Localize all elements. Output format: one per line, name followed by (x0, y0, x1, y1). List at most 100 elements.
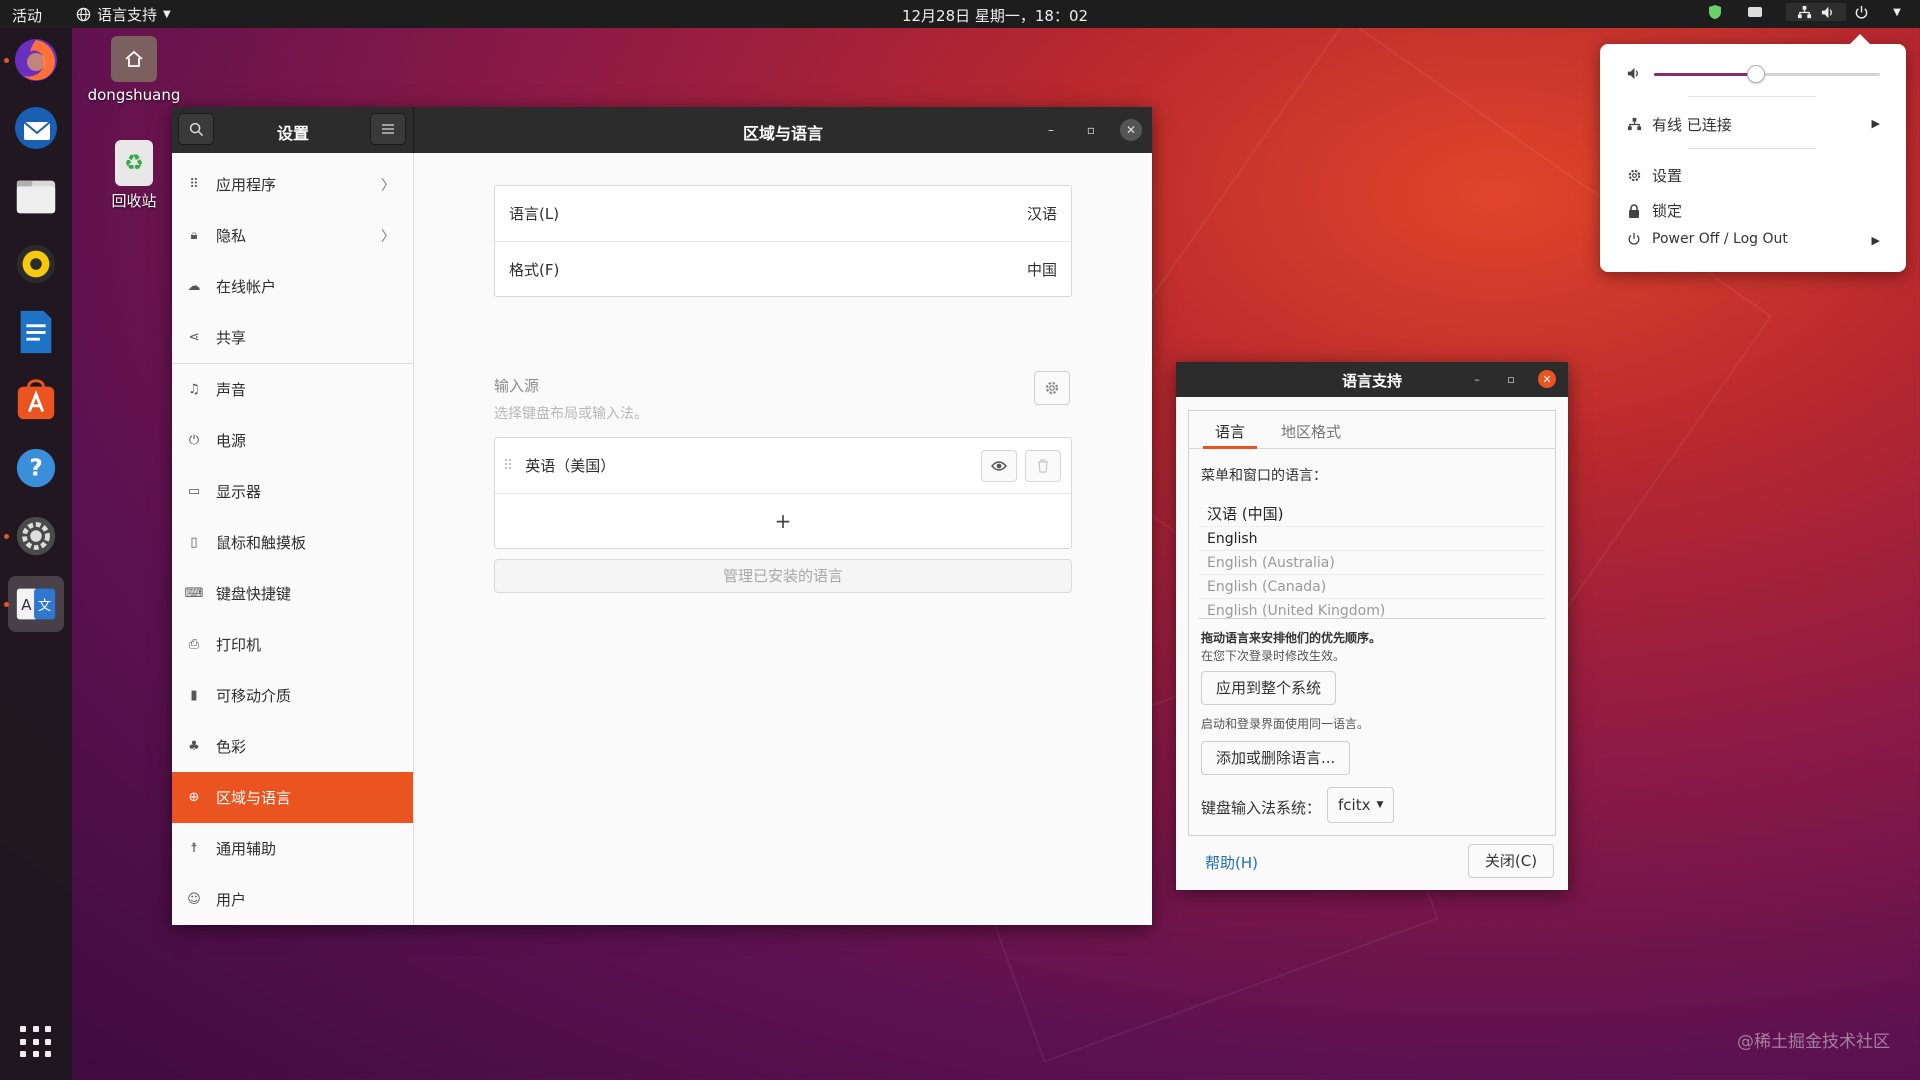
home-folder-label: dongshuang (87, 86, 181, 104)
language-row[interactable]: 语言(L) 汉语 (495, 186, 1071, 241)
drag-handle-icon[interactable]: ⠿ (503, 458, 513, 474)
input-method-label: 键盘输入法系统： (1201, 799, 1322, 817)
settings-sidebar[interactable]: ⠿ 应用程序 〉 🔒︎ 隐私 〉 ☁ 在线帐户 ⋖ 共享 ♫ 声音 ⏻ 电源 ▭… (172, 153, 414, 925)
input-sources-list: ⠿ 英语（美国） + (494, 437, 1072, 549)
language-support-launcher[interactable]: A文 (4, 576, 64, 632)
input-method-select[interactable]: fcitx ▼ (1327, 787, 1395, 823)
files-launcher[interactable] (8, 168, 64, 224)
input-source-name: 英语（美国） (525, 457, 616, 475)
shield-icon[interactable] (1706, 3, 1724, 21)
maximize-button[interactable]: ▫ (1080, 119, 1102, 141)
manage-installed-languages-button[interactable]: 管理已安装的语言 (494, 559, 1072, 593)
menu-button[interactable] (370, 113, 406, 145)
list-item[interactable]: 汉语 (中国) (1199, 501, 1545, 527)
sidebar-item-accessibility[interactable]: ☨ 通用辅助 (172, 823, 413, 874)
sidebar-item-online-accounts[interactable]: ☁ 在线帐户 (172, 261, 413, 312)
lock-icon: 🔒︎ (190, 228, 198, 243)
sidebar-item-displays[interactable]: ▭ 显示器 (172, 466, 413, 517)
power-icon[interactable] (1852, 3, 1870, 21)
settings-menu-label: 设置 (1652, 167, 1683, 185)
chevron-down-icon[interactable]: ▼ (1892, 3, 1902, 21)
sidebar-item-sharing[interactable]: ⋖ 共享 (172, 312, 413, 363)
close-button[interactable]: ✕ (1538, 370, 1556, 388)
sidebar-item-keyboard[interactable]: ⌨ 键盘快捷键 (172, 568, 413, 619)
tab-bar: 语言 地区格式 (1189, 411, 1555, 449)
help-button[interactable]: 帮助(H) (1205, 852, 1258, 873)
sidebar-item-removable-media[interactable]: ▮ 可移动介质 (172, 670, 413, 721)
apply-system-wide-button[interactable]: 应用到整个系统 (1201, 671, 1337, 705)
desktop-trash[interactable]: ♻ 回收站 (84, 140, 184, 211)
mouse-icon: ▯ (190, 535, 198, 550)
color-icon: ♣ (188, 739, 200, 754)
rhythmbox-launcher[interactable] (8, 236, 64, 292)
help-launcher[interactable]: ? (8, 440, 64, 496)
chevron-down-icon: ▼ (1376, 800, 1384, 810)
minimize-button[interactable]: – (1040, 119, 1062, 141)
menu-divider (1688, 148, 1816, 149)
settings-headerbar: 设置 区域与语言 – ▫ ✕ (172, 107, 1152, 153)
volume-slider[interactable] (1654, 73, 1880, 76)
keyboard-icon[interactable] (1746, 3, 1764, 21)
sidebar-item-printers[interactable]: ⎙ 打印机 (172, 619, 413, 670)
sidebar-item-label: 隐私 (216, 227, 247, 245)
language-format-card: 语言(L) 汉语 格式(F) 中国 (494, 185, 1072, 297)
system-tray[interactable]: ▼ (1706, 3, 1902, 21)
show-applications-button[interactable] (20, 1026, 52, 1058)
install-remove-languages-button[interactable]: 添加或删除语言... (1201, 741, 1351, 775)
clock[interactable]: 12月28日 星期一，18：02 (0, 5, 1920, 26)
accessibility-icon: ☨ (190, 841, 198, 856)
sidebar-item-label: 用户 (216, 891, 247, 909)
input-sources-hint: 选择键盘布局或输入法。 (494, 406, 648, 422)
volume-icon (1626, 66, 1641, 85)
language-priority-list[interactable]: 汉语 (中国) English English (Australia) Engl… (1199, 501, 1545, 619)
maximize-button[interactable]: ▫ (1502, 370, 1520, 388)
list-item[interactable]: English (1199, 527, 1545, 551)
sidebar-item-privacy[interactable]: 🔒︎ 隐私 〉 (172, 210, 413, 261)
thunderbird-launcher[interactable] (8, 100, 64, 156)
sidebar-item-users[interactable]: ☺ 用户 (172, 874, 413, 925)
settings-menu-item[interactable]: 设置 (1626, 165, 1682, 186)
tab-language[interactable]: 语言 (1197, 411, 1263, 449)
preview-layout-button[interactable] (981, 449, 1017, 482)
list-item[interactable]: English (United Kingdom) (1199, 599, 1545, 618)
lock-menu-item[interactable]: 锁定 (1626, 200, 1682, 221)
list-item[interactable]: English (Canada) (1199, 575, 1545, 599)
network-wired-icon[interactable] (1786, 3, 1846, 21)
menu-divider (1688, 96, 1816, 97)
desktop-home-folder[interactable]: dongshuang (84, 36, 184, 104)
input-source-options-button[interactable] (1034, 371, 1070, 405)
tab-regional-formats[interactable]: 地区格式 (1263, 411, 1359, 448)
app-store-icon (17, 379, 55, 420)
sidebar-item-color[interactable]: ♣ 色彩 (172, 721, 413, 772)
hamburger-icon (382, 124, 394, 134)
close-button[interactable]: ✕ (1120, 119, 1142, 141)
network-menu-item[interactable]: 有线 已连接 (1626, 114, 1732, 135)
volume-slider-knob[interactable] (1746, 65, 1765, 83)
watermark: @稀土掘金技术社区 (1737, 1032, 1890, 1052)
remove-input-source-button[interactable] (1025, 449, 1061, 482)
sidebar-item-region-language[interactable]: ⊕ 区域与语言 (172, 772, 413, 823)
settings-launcher[interactable] (4, 508, 64, 564)
sidebar-item-power[interactable]: ⏻ 电源 (172, 415, 413, 466)
effect-hint: 在您下次登录时修改生效。 (1201, 649, 1346, 663)
add-input-source-row[interactable]: + (495, 493, 1071, 548)
apps-icon: ⠿ (189, 177, 199, 192)
writer-launcher[interactable] (8, 304, 64, 360)
sidebar-item-apps[interactable]: ⠿ 应用程序 〉 (172, 159, 413, 210)
language-support-window: 语言支持 – ▫ ✕ 语言 地区格式 菜单和窗口的语言： 汉语 (中国) Eng… (1176, 362, 1568, 890)
software-launcher[interactable] (8, 372, 64, 428)
sidebar-item-mouse[interactable]: ▯ 鼠标和触摸板 (172, 517, 413, 568)
power-icon: ⏻ (188, 433, 200, 448)
document-icon (20, 310, 52, 354)
dialog-close-button[interactable]: 关闭(C) (1468, 844, 1554, 878)
chevron-right-icon: 〉 (381, 177, 395, 194)
sidebar-item-sound[interactable]: ♫ 声音 (172, 364, 413, 415)
list-item[interactable]: English (Australia) (1199, 551, 1545, 575)
input-source-row[interactable]: ⠿ 英语（美国） (495, 438, 1071, 493)
gear-icon (1626, 168, 1642, 184)
firefox-launcher[interactable] (4, 32, 64, 88)
sidebar-item-label: 鼠标和触摸板 (216, 534, 307, 552)
minimize-button[interactable]: – (1468, 370, 1486, 388)
power-menu-item[interactable]: Power Off / Log Out (1626, 231, 1788, 247)
format-row[interactable]: 格式(F) 中国 (495, 241, 1071, 296)
